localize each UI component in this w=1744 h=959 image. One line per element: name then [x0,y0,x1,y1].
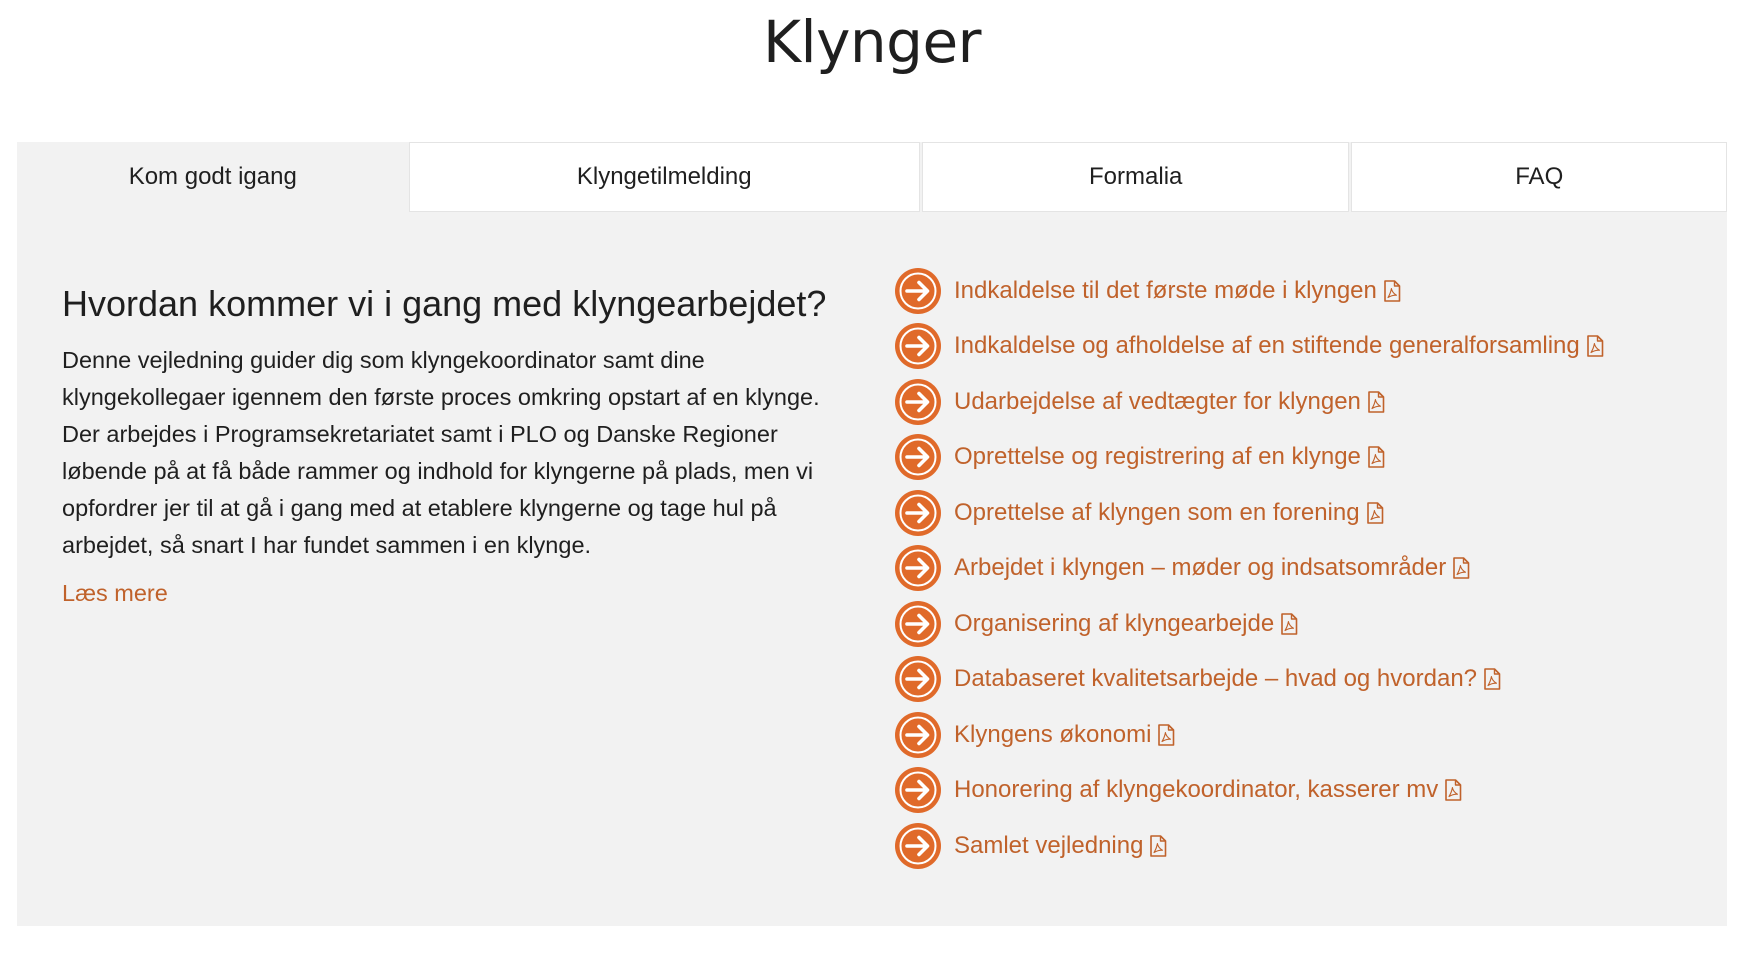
arrow-right-circle-icon [894,433,942,481]
document-link[interactable]: Oprettelse og registrering af en klynge [894,430,1604,486]
document-link[interactable]: Organisering af klyngearbejde [894,596,1604,652]
arrow-right-circle-icon [894,322,942,370]
tab-bar: Kom godt igang Klyngetilmelding Formalia… [17,142,1728,212]
arrow-right-circle-icon [894,544,942,592]
arrow-right-circle-icon [894,766,942,814]
document-link-label[interactable]: Indkaldelse og afholdelse af en stiftend… [954,332,1580,360]
tab-formalia[interactable]: Formalia [921,142,1350,212]
document-link[interactable]: Klyngens økonomi [894,707,1604,763]
document-link[interactable]: Arbejdet i klyngen – møder og indsatsomr… [894,541,1604,597]
tab-faq[interactable]: FAQ [1351,142,1728,212]
document-link[interactable]: Oprettelse af klyngen som en forening [894,485,1604,541]
document-link-label[interactable]: Databaseret kvalitetsarbejde – hvad og h… [954,665,1477,693]
document-link-label[interactable]: Oprettelse af klyngen som en forening [954,499,1360,527]
document-link[interactable]: Databaseret kvalitetsarbejde – hvad og h… [894,652,1604,708]
tab-kom-godt-igang[interactable]: Kom godt igang [17,142,409,212]
page-title: Klynger [762,8,982,76]
intro-heading: Hvordan kommer vi i gang med klyngearbej… [62,283,827,324]
document-link-label[interactable]: Oprettelse og registrering af en klynge [954,443,1361,471]
document-link[interactable]: Indkaldelse og afholdelse af en stiftend… [894,319,1604,375]
arrow-right-circle-icon [894,600,942,648]
pdf-file-icon [1149,834,1167,857]
document-link-label[interactable]: Honorering af klyngekoordinator, kassere… [954,776,1438,804]
pdf-file-icon [1366,501,1384,524]
document-link[interactable]: Udarbejdelse af vedtægter for klyngen [894,374,1604,430]
document-link-label[interactable]: Klyngens økonomi [954,721,1151,749]
pdf-file-icon [1280,612,1298,635]
pdf-file-icon [1383,279,1401,302]
arrow-right-circle-icon [894,489,942,537]
document-link[interactable]: Indkaldelse til det første møde i klynge… [894,263,1604,319]
document-link-label[interactable]: Udarbejdelse af vedtægter for klyngen [954,388,1361,416]
intro-section: Hvordan kommer vi i gang med klyngearbej… [62,284,842,607]
pdf-file-icon [1452,557,1470,580]
pdf-file-icon [1444,779,1462,802]
arrow-right-circle-icon [894,267,942,315]
tab-klyngetilmelding[interactable]: Klyngetilmelding [408,142,920,212]
read-more-link[interactable]: Læs mere [62,580,168,607]
document-link-label[interactable]: Arbejdet i klyngen – møder og indsatsomr… [954,554,1446,582]
document-link-label[interactable]: Indkaldelse til det første møde i klynge… [954,277,1377,305]
pdf-file-icon [1367,390,1385,413]
pdf-file-icon [1586,335,1604,358]
document-link-label[interactable]: Organisering af klyngearbejde [954,610,1274,638]
document-link[interactable]: Honorering af klyngekoordinator, kassere… [894,763,1604,819]
arrow-right-circle-icon [894,711,942,759]
arrow-right-circle-icon [894,822,942,870]
pdf-file-icon [1367,446,1385,469]
intro-text: Denne vejledning guider dig som klyngeko… [62,347,820,558]
pdf-file-icon [1483,668,1501,691]
document-link[interactable]: Samlet vejledning [894,818,1604,874]
document-link-list: Indkaldelse til det første møde i klynge… [894,263,1604,874]
document-link-label[interactable]: Samlet vejledning [954,832,1143,860]
pdf-file-icon [1157,723,1175,746]
arrow-right-circle-icon [894,378,942,426]
arrow-right-circle-icon [894,655,942,703]
